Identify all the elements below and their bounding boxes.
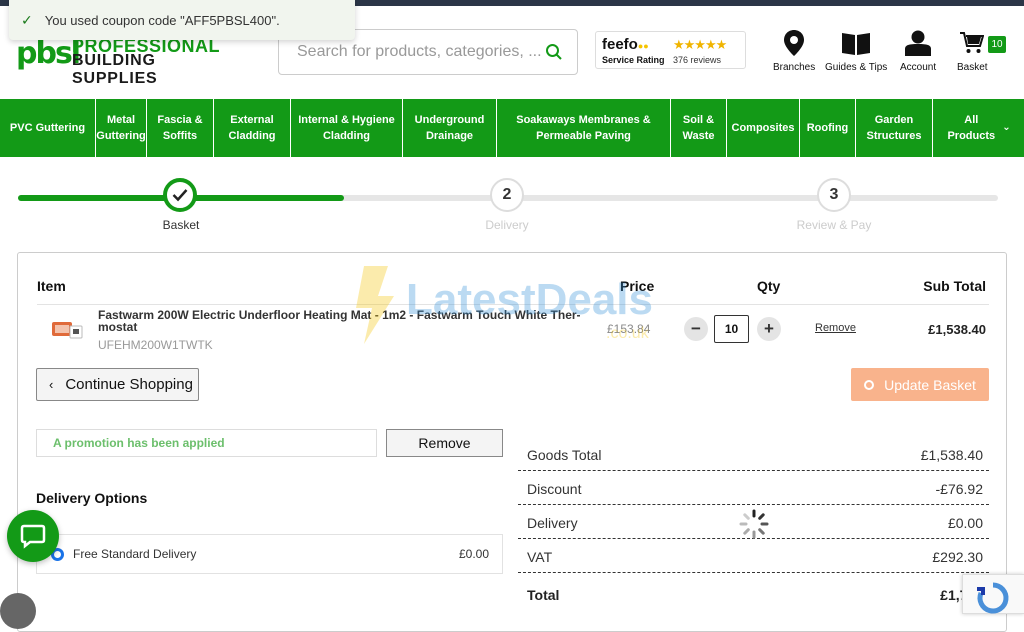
step-basket-circle: [163, 178, 197, 212]
update-basket-label: Update Basket: [884, 376, 976, 393]
delivery-option-name: Free Standard Delivery: [73, 547, 197, 561]
step-review-circle: 3: [817, 178, 851, 212]
summary-label: VAT: [527, 549, 553, 565]
check-icon: ✓: [21, 11, 33, 28]
header-account[interactable]: Account: [900, 30, 936, 73]
refresh-icon: [864, 379, 875, 390]
logo-mark: pbsl: [16, 36, 81, 71]
summary-value: £0.00: [947, 515, 983, 531]
qty-increase-button[interactable]: +: [757, 317, 781, 341]
feefo-rating-label: Service Rating: [602, 55, 665, 65]
summary-row-total: Total £1,753: [518, 573, 989, 607]
logo-line-2: BUILDING SUPPLIES: [72, 52, 158, 87]
header-guides-label: Guides & Tips: [825, 62, 888, 73]
nav-soil-waste[interactable]: Soil & Waste: [671, 99, 727, 157]
summary-value: £1,538.40: [920, 447, 983, 463]
nav-metal-guttering[interactable]: Metal Guttering: [96, 99, 147, 157]
header-guides[interactable]: Guides & Tips: [825, 30, 887, 73]
header-basket[interactable]: Basket: [957, 30, 988, 73]
remove-promo-button[interactable]: Remove: [386, 429, 503, 457]
loading-spinner-icon: [739, 509, 769, 539]
summary-value: -£76.92: [935, 481, 983, 497]
continue-shopping-button[interactable]: ‹ Continue Shopping: [36, 368, 199, 401]
recaptcha-icon: [977, 582, 1009, 614]
qty-decrease-button[interactable]: −: [684, 317, 708, 341]
header-divider: [37, 304, 989, 305]
delivery-option-cost: £0.00: [458, 547, 489, 561]
step-delivery-label: Delivery: [485, 218, 529, 232]
summary-label: Total: [527, 587, 560, 603]
plus-icon: +: [764, 319, 774, 338]
summary-value: £292.30: [932, 549, 983, 565]
header-account-label: Account: [900, 62, 937, 73]
nav-fascia-soffits[interactable]: Fascia & Soffits: [147, 99, 214, 157]
step-basket-label: Basket: [162, 218, 200, 232]
cart-icon: [960, 32, 985, 53]
summary-label: Goods Total: [527, 447, 602, 463]
product-thumbnail[interactable]: [50, 316, 84, 344]
book-icon: [842, 33, 871, 55]
feefo-rating-widget[interactable]: feefo●● Service Rating ★★★★★ 376 reviews: [595, 31, 746, 69]
category-nav: PVC Guttering Metal Guttering Fascia & S…: [0, 99, 1024, 157]
star-rating-icon: ★★★★★: [673, 37, 727, 52]
col-header-subtotal: Sub Total: [923, 278, 986, 294]
summary-row-vat: VAT £292.30: [518, 539, 989, 573]
nav-roofing[interactable]: Roofing: [800, 99, 856, 157]
remove-item-link[interactable]: Remove: [815, 322, 856, 334]
recaptcha-badge[interactable]: [962, 574, 1024, 614]
col-header-qty: Qty: [757, 278, 781, 294]
nav-all-products-label: All Products: [947, 114, 996, 142]
chevron-left-icon: ‹: [49, 377, 54, 392]
search-icon[interactable]: [545, 43, 563, 61]
product-name[interactable]: Fastwarm 200W Electric Underfloor Heatin…: [98, 309, 608, 333]
feefo-logo: feefo●●: [602, 36, 649, 53]
accessibility-button[interactable]: [0, 593, 36, 629]
promo-applied-field: A promotion has been applied: [36, 429, 377, 457]
location-pin-icon: [784, 30, 805, 56]
nav-internal-hygiene-cladding[interactable]: Internal & Hygiene Cladding: [291, 99, 403, 157]
nav-garden-structures[interactable]: Garden Structures: [856, 99, 933, 157]
nav-all-products[interactable]: All Products ⌄: [933, 99, 1024, 157]
step-delivery-circle: 2: [490, 178, 524, 212]
update-basket-button[interactable]: Update Basket: [851, 368, 989, 401]
continue-shopping-label: Continue Shopping: [65, 376, 193, 393]
chat-bubble-icon: [20, 524, 46, 549]
toast-message: You used coupon code "AFF5PBSL400".: [44, 12, 280, 28]
basket-count-badge: 10: [988, 36, 1006, 53]
nav-soakaways-membranes[interactable]: Soakaways Membranes & Permeable Paving: [497, 99, 671, 157]
delivery-option-free-standard[interactable]: Free Standard Delivery £0.00: [36, 534, 503, 574]
header-basket-label: Basket: [957, 62, 988, 73]
col-header-price: Price: [620, 278, 655, 294]
nav-composites[interactable]: Composites: [727, 99, 800, 157]
minus-icon: −: [691, 319, 701, 338]
chevron-down-icon: ⌄: [1002, 122, 1011, 133]
product-sku: UFEHM200W1TWTK: [98, 338, 213, 352]
header-branches[interactable]: Branches: [773, 30, 815, 73]
feefo-review-count: 376 reviews: [673, 55, 722, 65]
summary-row-goods-total: Goods Total £1,538.40: [518, 437, 989, 471]
live-chat-button[interactable]: [7, 510, 59, 562]
coupon-toast: ✓ You used coupon code "AFF5PBSL400".: [9, 0, 355, 40]
summary-label: Delivery: [527, 515, 578, 531]
delivery-options-title: Delivery Options: [36, 490, 148, 506]
summary-row-discount: Discount -£76.92: [518, 471, 989, 505]
summary-label: Discount: [527, 481, 582, 497]
col-header-item: Item: [37, 278, 66, 294]
user-icon: [905, 30, 932, 56]
step-review-label: Review & Pay: [796, 218, 872, 232]
search-placeholder: Search for products, categories, ...: [297, 43, 542, 60]
item-subtotal: £1,538.40: [928, 322, 986, 337]
nav-external-cladding[interactable]: External Cladding: [214, 99, 291, 157]
qty-input[interactable]: 10: [714, 315, 749, 343]
site-logo[interactable]: pbsl PROFESSIONAL BUILDING SUPPLIES: [16, 36, 231, 87]
nav-underground-drainage[interactable]: Underground Drainage: [403, 99, 497, 157]
checkmark-icon: [172, 189, 188, 202]
nav-pvc-guttering[interactable]: PVC Guttering: [0, 99, 96, 157]
product-unit-price: £153.84: [607, 322, 651, 336]
header-branches-label: Branches: [773, 62, 816, 73]
